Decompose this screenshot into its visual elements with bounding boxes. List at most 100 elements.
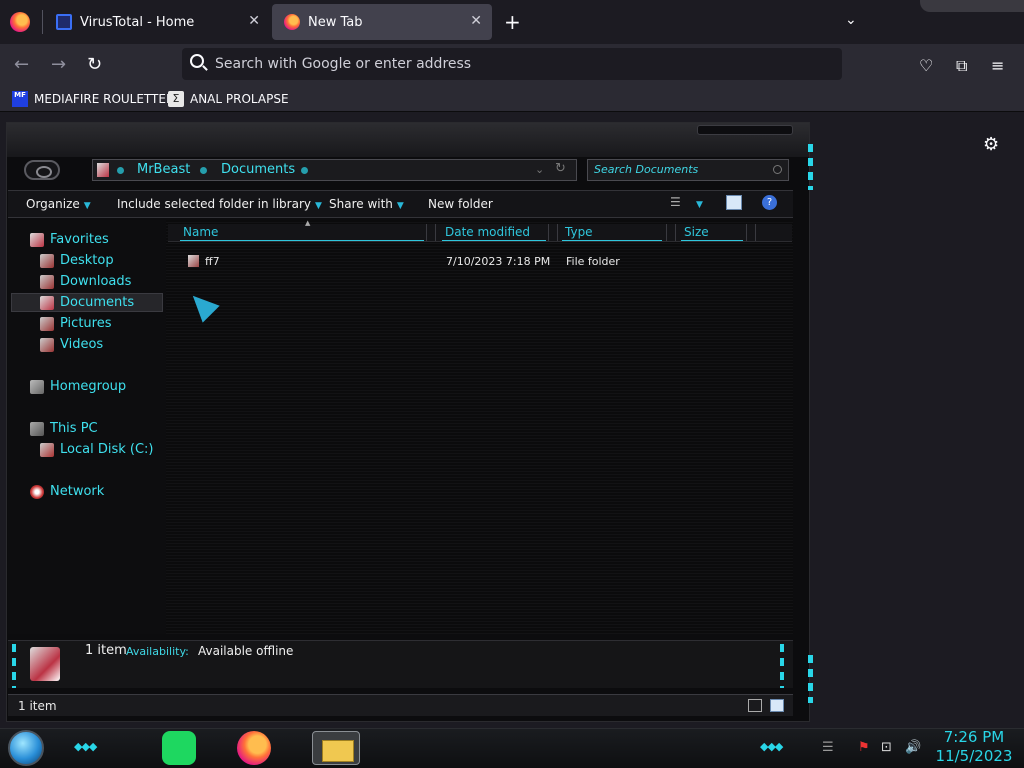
breadcrumb-documents[interactable]: Documents bbox=[221, 162, 295, 177]
help-icon[interactable]: ? bbox=[762, 195, 777, 210]
desktop-icon bbox=[40, 253, 54, 268]
close-tab-icon[interactable]: ✕ bbox=[470, 13, 482, 29]
action-center-flag-icon[interactable]: ⚑ bbox=[858, 740, 870, 755]
taskbar-decoration: ◆◆◆ bbox=[74, 740, 97, 753]
settings-gear-icon[interactable]: ⚙ bbox=[983, 134, 999, 155]
address-bar[interactable]: MrBeast Documents ⌄ ↻ bbox=[92, 159, 577, 181]
show-hidden-icons[interactable]: ☰ bbox=[822, 740, 834, 755]
search-documents-input[interactable]: Search Documents bbox=[587, 159, 789, 181]
pocket-icon[interactable]: ♡ bbox=[919, 56, 933, 75]
details-view-icon[interactable] bbox=[748, 699, 762, 712]
organize-button[interactable]: Organize ▼ bbox=[26, 197, 91, 211]
firefox-menu-icon[interactable] bbox=[10, 12, 30, 32]
bookmark-anal-prolapse[interactable]: Σ ANAL PROLAPSE bbox=[168, 90, 289, 108]
spotify-taskbar-icon[interactable] bbox=[162, 731, 196, 765]
frame-rail-decoration bbox=[808, 655, 813, 703]
drive-icon bbox=[40, 442, 54, 457]
dropdown-caret-icon: ▼ bbox=[83, 201, 91, 211]
bookmarks-toolbar: MF MEDIAFIRE ROULETTER Σ ANAL PROLAPSE bbox=[0, 86, 1024, 112]
url-input-placeholder: Search with Google or enter address bbox=[215, 56, 472, 72]
bookmark-favicon-icon: Σ bbox=[168, 91, 184, 107]
nav-documents[interactable]: Documents bbox=[40, 295, 134, 310]
pictures-icon bbox=[40, 316, 54, 331]
column-date-modified[interactable]: Date modified bbox=[442, 225, 546, 241]
homegroup-icon bbox=[30, 379, 44, 394]
file-type: File folder bbox=[566, 255, 620, 268]
videos-icon bbox=[40, 337, 54, 352]
tab-virustotal[interactable]: VirusTotal - Home ✕ bbox=[44, 4, 270, 40]
nav-downloads[interactable]: Downloads bbox=[40, 274, 131, 289]
file-list-pane bbox=[166, 220, 793, 634]
status-item-count: 1 item bbox=[18, 699, 57, 713]
nav-desktop[interactable]: Desktop bbox=[40, 253, 114, 268]
breadcrumb-mrbeast[interactable]: MrBeast bbox=[137, 162, 190, 177]
breadcrumb-separator-icon bbox=[200, 167, 207, 174]
taskbar-decoration: ◆◆◆ bbox=[760, 740, 783, 753]
url-bar[interactable]: Search with Google or enter address bbox=[182, 48, 842, 80]
back-forward-orb-button[interactable] bbox=[24, 160, 60, 180]
list-all-tabs-icon[interactable]: ⌄ bbox=[845, 12, 857, 28]
nav-homegroup[interactable]: Homegroup bbox=[30, 379, 126, 394]
change-view-icon[interactable]: ☰ bbox=[670, 195, 686, 211]
column-divider[interactable] bbox=[548, 224, 558, 241]
refresh-icon[interactable]: ↻ bbox=[555, 161, 566, 176]
firefox-taskbar-icon[interactable] bbox=[237, 731, 271, 765]
window-frame-decoration bbox=[920, 0, 1024, 12]
address-dropdown-icon[interactable]: ⌄ bbox=[535, 163, 544, 176]
documents-thumbnail-icon bbox=[30, 647, 60, 681]
start-button[interactable] bbox=[8, 730, 44, 766]
column-size[interactable]: Size bbox=[681, 225, 743, 241]
nav-pictures[interactable]: Pictures bbox=[40, 316, 111, 331]
column-name[interactable]: Name bbox=[180, 225, 424, 241]
command-bar: Organize ▼ Include selected folder in lib… bbox=[8, 190, 793, 218]
new-folder-button[interactable]: New folder bbox=[428, 197, 493, 211]
taskbar-clock[interactable]: 7:26 PM 11/5/2023 bbox=[934, 728, 1014, 766]
frame-notch bbox=[697, 125, 793, 135]
large-icons-view-icon[interactable] bbox=[770, 699, 784, 712]
nav-local-disk[interactable]: Local Disk (C:) bbox=[40, 442, 153, 457]
view-options-caret-icon[interactable]: ▼ bbox=[696, 200, 703, 210]
search-icon bbox=[773, 165, 782, 174]
details-pane: 1 item Availability: Available offline bbox=[8, 640, 793, 688]
dropdown-caret-icon: ▼ bbox=[314, 201, 322, 211]
nav-videos[interactable]: Videos bbox=[40, 337, 103, 352]
network-tray-icon[interactable]: ⊡ bbox=[881, 740, 892, 755]
nav-favorites[interactable]: Favorites bbox=[30, 232, 109, 247]
clock-date: 11/5/2023 bbox=[935, 747, 1013, 765]
close-tab-icon[interactable]: ✕ bbox=[248, 13, 260, 29]
reload-icon[interactable]: ↻ bbox=[87, 54, 102, 75]
forward-arrow-icon[interactable]: → bbox=[51, 54, 66, 75]
column-type[interactable]: Type bbox=[562, 225, 662, 241]
bookmark-mediafire[interactable]: MF MEDIAFIRE ROULETTER bbox=[12, 90, 174, 108]
new-tab-button[interactable]: + bbox=[504, 10, 521, 34]
file-explorer-taskbar-icon[interactable] bbox=[312, 731, 360, 765]
column-divider[interactable] bbox=[746, 224, 756, 241]
extensions-icon[interactable]: ⧉ bbox=[956, 56, 967, 76]
explorer-title-frame bbox=[7, 123, 809, 157]
column-divider[interactable] bbox=[666, 224, 676, 241]
search-icon bbox=[190, 54, 204, 68]
share-with-button[interactable]: Share with ▼ bbox=[329, 197, 404, 211]
bookmark-label: ANAL PROLAPSE bbox=[190, 92, 289, 106]
downloads-icon bbox=[40, 274, 54, 289]
volume-icon[interactable]: 🔊 bbox=[905, 740, 921, 755]
nav-network[interactable]: Network bbox=[30, 484, 104, 499]
column-divider[interactable] bbox=[426, 224, 436, 241]
back-arrow-icon[interactable]: ← bbox=[14, 54, 29, 75]
tab-label: VirusTotal - Home bbox=[80, 14, 195, 30]
bookmark-label: MEDIAFIRE ROULETTER bbox=[34, 92, 175, 106]
frame-rail-decoration bbox=[780, 644, 784, 688]
nav-this-pc[interactable]: This PC bbox=[30, 421, 98, 436]
computer-icon bbox=[30, 421, 44, 436]
mediafire-favicon-icon: MF bbox=[12, 91, 28, 107]
tab-new-tab[interactable]: New Tab ✕ bbox=[272, 4, 492, 40]
app-menu-icon[interactable]: ≡ bbox=[991, 56, 1004, 75]
folder-icon bbox=[188, 255, 199, 267]
sort-ascending-icon: ▲ bbox=[305, 219, 311, 227]
file-name: ff7 bbox=[205, 255, 220, 268]
include-in-library-button[interactable]: Include selected folder in library ▼ bbox=[117, 197, 322, 211]
preview-pane-icon[interactable] bbox=[726, 195, 742, 210]
firefox-favicon-icon bbox=[284, 14, 300, 30]
breadcrumb-separator-icon bbox=[117, 167, 124, 174]
documents-library-icon bbox=[97, 163, 109, 177]
